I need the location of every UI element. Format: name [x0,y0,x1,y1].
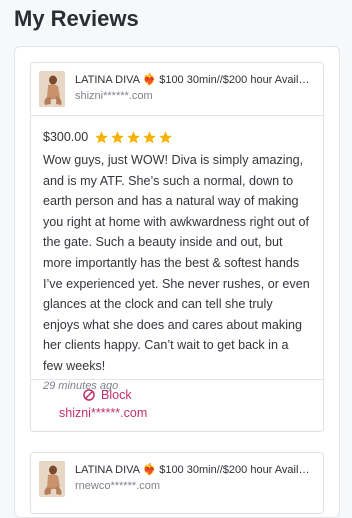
star-icon [158,130,173,145]
rating-row: $300.00 [43,128,311,146]
page-title: My Reviews [14,6,139,31]
listing-header[interactable]: LATINA DIVA ❤️‍🔥 $100 30min//$200 hour A… [31,63,323,116]
review-price: $300.00 [43,130,89,144]
listing-username: rnewco******.com [75,480,160,492]
listing-header[interactable]: LATINA DIVA ❤️‍🔥 $100 30min//$200 hour A… [31,453,323,505]
reviewer-username[interactable]: shizni******.com [59,406,147,420]
review-text: Wow guys, just WOW! Diva is simply amazi… [43,153,310,373]
star-icon [94,130,109,145]
block-label: Block [101,388,132,402]
listing-title[interactable]: LATINA DIVA ❤️‍🔥 $100 30min//$200 hour A… [75,73,315,86]
listing-thumbnail[interactable] [39,71,65,107]
listing-thumbnail[interactable] [39,461,65,497]
star-icon [110,130,125,145]
star-icon [142,130,157,145]
block-button[interactable]: Block [83,388,132,402]
listing-username: shizni******.com [75,90,153,102]
review-card: LATINA DIVA ❤️‍🔥 $100 30min//$200 hour A… [30,452,324,514]
block-icon [83,389,95,401]
review-footer: Block shizni******.com [31,379,323,431]
review-card: LATINA DIVA ❤️‍🔥 $100 30min//$200 hour A… [30,62,324,432]
star-icon [126,130,141,145]
listing-title[interactable]: LATINA DIVA ❤️‍🔥 $100 30min//$200 hour A… [75,463,315,476]
star-rating [94,130,174,145]
